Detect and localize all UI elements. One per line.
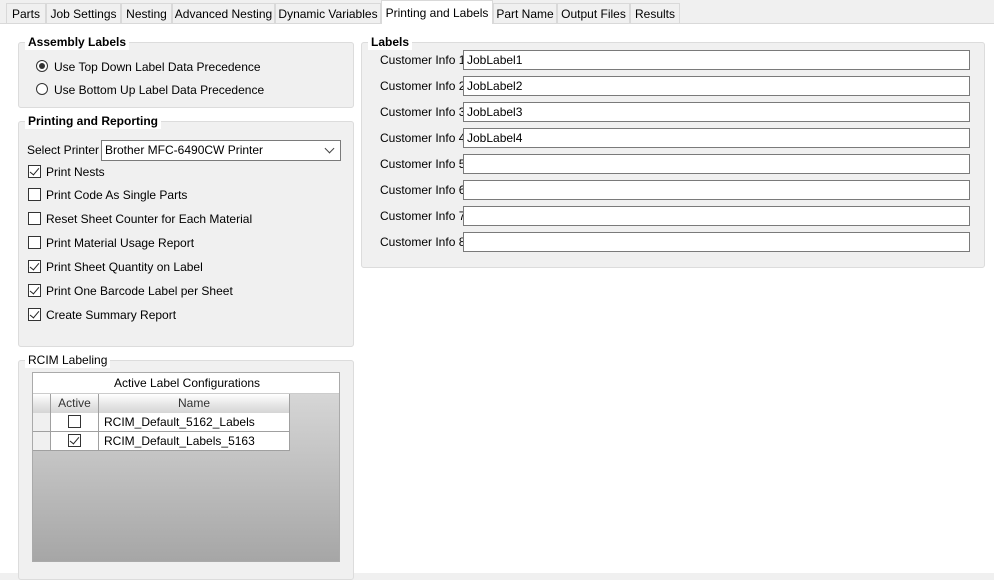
- customer-info-1-label: Customer Info 1: [380, 53, 466, 67]
- reset-sheet-counter-label: Reset Sheet Counter for Each Material: [46, 212, 253, 226]
- customer-info-7-field[interactable]: [463, 206, 970, 226]
- row-header[interactable]: [33, 413, 51, 432]
- sheet-quantity-label-label: Print Sheet Quantity on Label: [46, 260, 203, 274]
- checkbox-checked[interactable]: [28, 165, 41, 178]
- printer-select-value: Brother MFC-6490CW Printer: [105, 143, 264, 157]
- row-header[interactable]: [33, 432, 51, 451]
- table-row-name-cell[interactable]: RCIM_Default_5162_Labels: [99, 413, 290, 432]
- customer-info-5-label: Customer Info 5: [380, 157, 466, 171]
- grid-caption: Active Label Configurations: [33, 373, 339, 394]
- printer-select[interactable]: Brother MFC-6490CW Printer: [101, 140, 341, 161]
- customer-info-2-field[interactable]: [463, 76, 970, 96]
- customer-info-6-label: Customer Info 6: [380, 183, 466, 197]
- table-row-active-cell[interactable]: [51, 413, 99, 432]
- print-code-single-parts-label: Print Code As Single Parts: [46, 188, 188, 202]
- customer-info-3-field[interactable]: [463, 102, 970, 122]
- checkbox-checked[interactable]: [28, 284, 41, 297]
- printing-reporting-title: Printing and Reporting: [25, 114, 161, 129]
- radio-button-selected[interactable]: [36, 60, 48, 72]
- tab-nesting[interactable]: Nesting: [121, 3, 172, 23]
- customer-info-6-field[interactable]: [463, 180, 970, 200]
- tab-output-files[interactable]: Output Files: [557, 3, 630, 23]
- checkbox[interactable]: [28, 188, 41, 201]
- customer-info-1-field[interactable]: [463, 50, 970, 70]
- customer-info-8-field[interactable]: [463, 232, 970, 252]
- tab-strip: Parts Job Settings Nesting Advanced Nest…: [0, 0, 994, 25]
- customer-info-8-label: Customer Info 8: [380, 235, 466, 249]
- tab-printing-and-labels[interactable]: Printing and Labels: [381, 0, 493, 24]
- checkbox-checked[interactable]: [28, 308, 41, 321]
- customer-info-4-field[interactable]: [463, 128, 970, 148]
- tab-parts[interactable]: Parts: [6, 3, 46, 23]
- radio-bottom-up-label: Use Bottom Up Label Data Precedence: [54, 83, 265, 97]
- material-usage-report-label: Print Material Usage Report: [46, 236, 195, 250]
- checkbox[interactable]: [28, 212, 41, 225]
- checkbox[interactable]: [28, 236, 41, 249]
- customer-info-3-label: Customer Info 3: [380, 105, 466, 119]
- create-summary-report-label: Create Summary Report: [46, 308, 177, 322]
- radio-top-down-label: Use Top Down Label Data Precedence: [54, 60, 261, 74]
- checkbox[interactable]: [68, 415, 81, 428]
- assembly-labels-group: Assembly Labels Use Top Down Label Data …: [18, 35, 354, 108]
- customer-info-7-label: Customer Info 7: [380, 209, 466, 223]
- one-barcode-per-sheet-label: Print One Barcode Label per Sheet: [46, 284, 233, 298]
- tab-part-name[interactable]: Part Name: [493, 3, 557, 23]
- column-header-name[interactable]: Name: [99, 394, 290, 413]
- checkbox-checked[interactable]: [68, 434, 81, 447]
- rcim-labeling-title: RCIM Labeling: [25, 353, 111, 368]
- label-config-grid: Active Label Configurations Active Name …: [32, 372, 340, 562]
- print-nests-label: Print Nests: [46, 165, 105, 179]
- grid-row-header-corner: [33, 394, 51, 413]
- radio-button[interactable]: [36, 83, 48, 95]
- chevron-down-icon[interactable]: [324, 143, 335, 154]
- customer-info-4-label: Customer Info 4: [380, 131, 466, 145]
- select-printer-label: Select Printer: [27, 143, 100, 157]
- checkbox-checked[interactable]: [28, 260, 41, 273]
- tab-advanced-nesting[interactable]: Advanced Nesting: [172, 3, 275, 23]
- column-header-active[interactable]: Active: [51, 394, 99, 413]
- tab-content-panel: Assembly Labels Use Top Down Label Data …: [0, 24, 994, 580]
- tab-job-settings[interactable]: Job Settings: [46, 3, 121, 23]
- customer-info-2-label: Customer Info 2: [380, 79, 466, 93]
- tab-dynamic-variables[interactable]: Dynamic Variables: [275, 3, 381, 23]
- customer-info-5-field[interactable]: [463, 154, 970, 174]
- labels-title: Labels: [368, 35, 413, 50]
- table-row-active-cell[interactable]: [51, 432, 99, 451]
- table-row-name-cell[interactable]: RCIM_Default_Labels_5163: [99, 432, 290, 451]
- tab-results[interactable]: Results: [630, 3, 680, 23]
- assembly-labels-title: Assembly Labels: [25, 35, 130, 50]
